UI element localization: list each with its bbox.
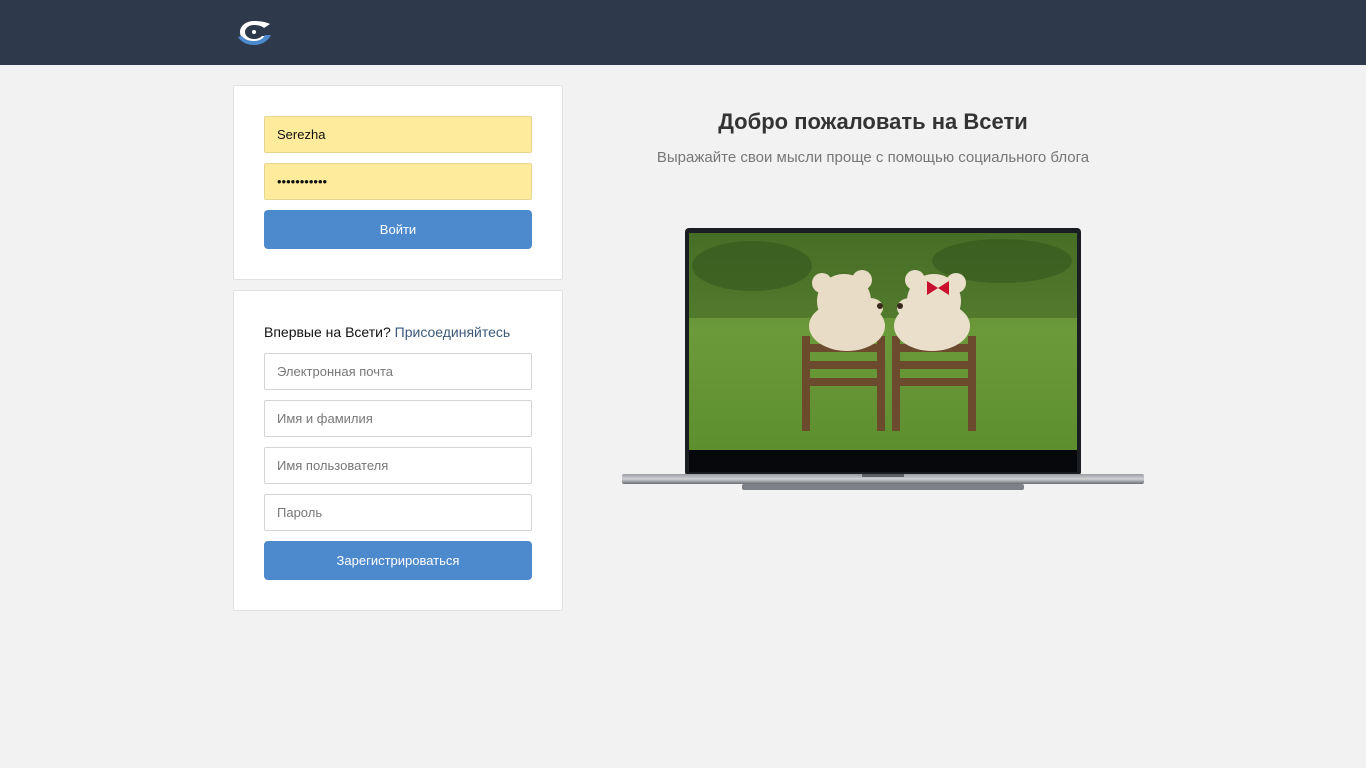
signup-prompt-text: Впервые на Всети?	[264, 324, 391, 340]
welcome-title: Добро пожаловать на Всети	[718, 109, 1028, 134]
laptop-hero-illustration	[622, 228, 1144, 490]
join-link[interactable]: Присоединяйтесь	[395, 324, 511, 340]
signup-username-input[interactable]	[264, 447, 532, 484]
login-card: Войти	[233, 85, 563, 280]
fullname-input[interactable]	[264, 400, 532, 437]
password-input[interactable]	[264, 163, 532, 200]
signup-card: Впервые на Всети? Присоединяйтесь Зареги…	[233, 290, 563, 611]
register-button[interactable]: Зарегистрироваться	[264, 541, 532, 580]
signup-password-input[interactable]	[264, 494, 532, 531]
login-button[interactable]: Войти	[264, 210, 532, 249]
email-input[interactable]	[264, 353, 532, 390]
username-input[interactable]	[264, 116, 532, 153]
vseti-logo-icon[interactable]	[236, 18, 272, 46]
top-navbar	[0, 0, 1366, 65]
welcome-subtitle: Выражайте свои мысли проще с помощью соц…	[656, 149, 1090, 166]
signup-prompt: Впервые на Всети? Присоединяйтесь	[264, 324, 510, 340]
